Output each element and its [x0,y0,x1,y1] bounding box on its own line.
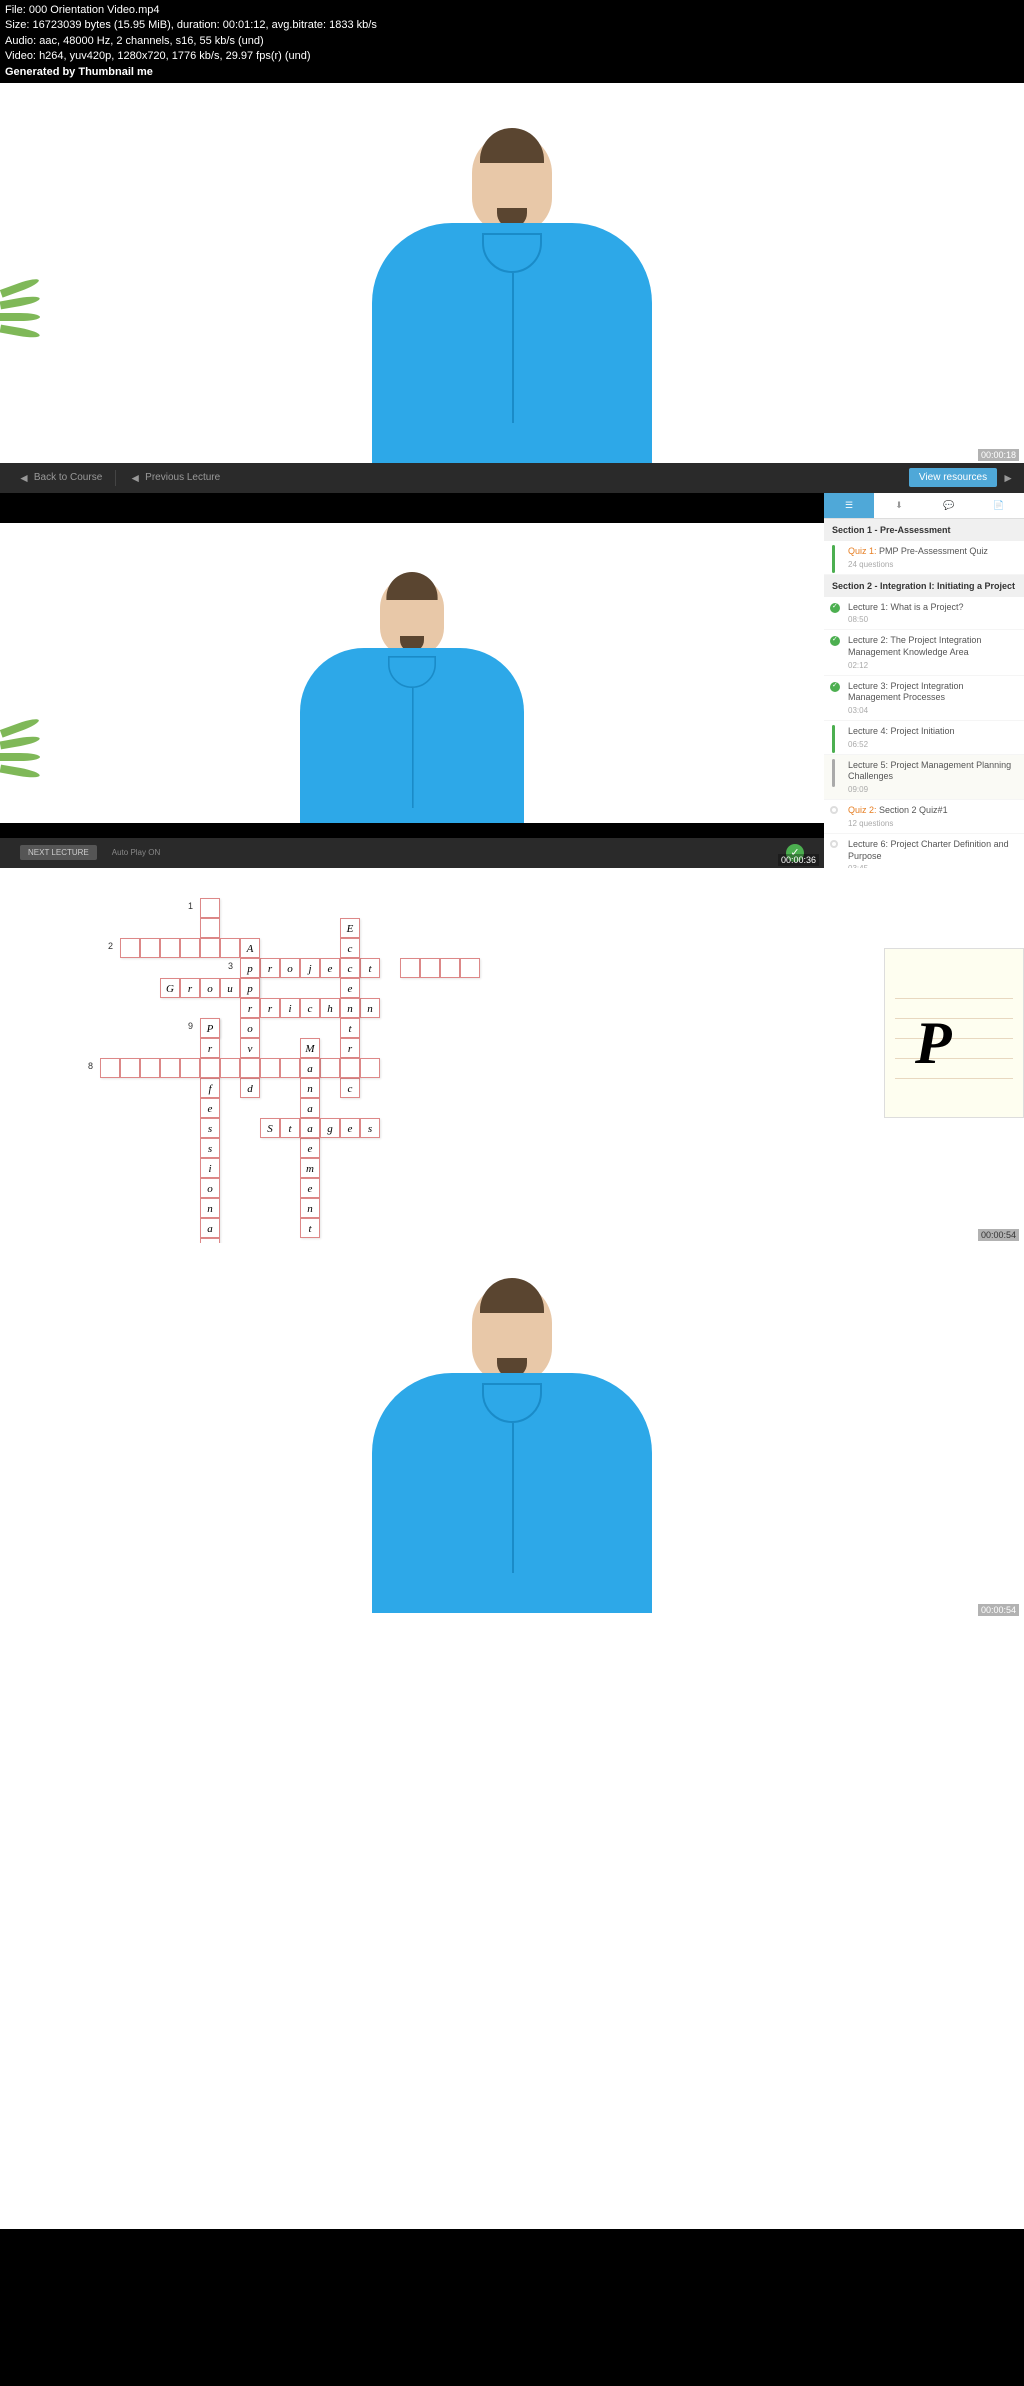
thumbnail-frame-1: 00:00:18 [0,83,1024,463]
section-1-header: Section 1 - Pre-Assessment [824,519,1024,541]
video-area [0,83,1024,463]
lecture-1[interactable]: Lecture 1: What is a Project? 08:50 [824,597,1024,631]
thumbnail-frame-2: NEXT LECTURE Auto Play ON ✓ 00:00:36 ☰ ⬇… [0,493,1024,868]
section-2-header: Section 2 - Integration I: Initiating a … [824,575,1024,597]
thumbnail-frame-4: 00:00:54 [0,1243,1024,1618]
frame-timestamp: 00:00:18 [978,449,1019,461]
sidebar-tabs: ☰ ⬇ 💬 📄 [824,493,1024,519]
file-metadata: File: 000 Orientation Video.mp4 Size: 16… [0,0,1024,83]
download-icon: ⬇ [895,500,903,511]
course-navbar: ◄ Back to Course ◄ Previous Lecture View… [0,463,1024,493]
video-panel: NEXT LECTURE Auto Play ON ✓ 00:00:36 [0,493,824,868]
back-to-course-button[interactable]: ◄ Back to Course [10,467,110,489]
next-arrow-icon[interactable]: ► [1002,471,1014,485]
tab-discussion[interactable]: 💬 [924,493,974,518]
tab-curriculum[interactable]: ☰ [824,493,874,518]
frame-timestamp: 00:00:36 [778,854,819,866]
lecture-5[interactable]: Lecture 5: Project Management Planning C… [824,755,1024,800]
bottom-whitespace [0,1618,1024,2229]
notepad: P [884,948,1024,1118]
lecture-3[interactable]: Lecture 3: Project Integration Managemen… [824,676,1024,721]
lecture-6[interactable]: Lecture 6: Project Charter Definition an… [824,834,1024,868]
thumbnail-frame-3: 123ProjectGroupApprovedrichenEccentric9P… [0,868,1024,1243]
list-icon: ☰ [845,500,853,511]
prev-arrow-icon: ◄ [129,471,141,485]
view-resources-button[interactable]: View resources [909,468,997,487]
crossword-area: 123ProjectGroupApprovedrichenEccentric9P… [0,868,1024,1243]
tab-downloads[interactable]: ⬇ [874,493,924,518]
next-lecture-button[interactable]: NEXT LECTURE [20,845,97,860]
lecture-4[interactable]: Lecture 4: Project Initiation 06:52 [824,721,1024,755]
lecture-2[interactable]: Lecture 2: The Project Integration Manag… [824,630,1024,675]
back-arrow-icon: ◄ [18,471,30,485]
quiz-2[interactable]: Quiz 2: Section 2 Quiz#1 12 questions [824,800,1024,834]
course-sidebar: ☰ ⬇ 💬 📄 Section 1 - Pre-Assessment Quiz … [824,493,1024,868]
frame-timestamp: 00:00:54 [978,1604,1019,1616]
player-bottom-bar: NEXT LECTURE Auto Play ON ✓ [0,838,824,868]
previous-lecture-button[interactable]: ◄ Previous Lecture [121,467,228,489]
quiz-1[interactable]: Quiz 1: PMP Pre-Assessment Quiz 24 quest… [824,541,1024,575]
autoplay-toggle[interactable]: Auto Play ON [112,848,160,857]
frame-timestamp: 00:00:54 [978,1229,1019,1241]
note-icon: 📄 [993,500,1004,511]
plant-decoration [0,283,40,363]
chat-icon: 💬 [943,500,954,511]
tab-notes[interactable]: 📄 [974,493,1024,518]
presenter [372,133,652,463]
